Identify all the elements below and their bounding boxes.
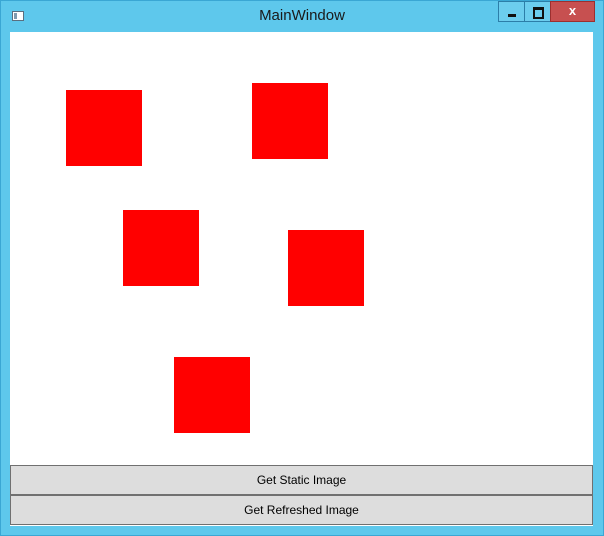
red-square xyxy=(288,230,364,306)
caption-buttons: x xyxy=(498,1,595,22)
drawing-canvas xyxy=(10,32,593,465)
title-bar[interactable]: MainWindow x xyxy=(1,1,603,33)
red-square xyxy=(66,90,142,166)
red-square xyxy=(174,357,250,433)
main-window: MainWindow x Get Static Image Get Refres… xyxy=(0,0,604,536)
close-icon: x xyxy=(568,3,577,18)
minimize-button[interactable] xyxy=(498,1,525,22)
maximize-button[interactable] xyxy=(524,1,551,22)
client-area: Get Static Image Get Refreshed Image xyxy=(10,32,593,526)
red-square xyxy=(123,210,199,286)
get-static-image-button[interactable]: Get Static Image xyxy=(10,465,593,495)
red-square xyxy=(252,83,328,159)
get-refreshed-image-button[interactable]: Get Refreshed Image xyxy=(10,495,593,525)
close-button[interactable]: x xyxy=(550,1,595,22)
